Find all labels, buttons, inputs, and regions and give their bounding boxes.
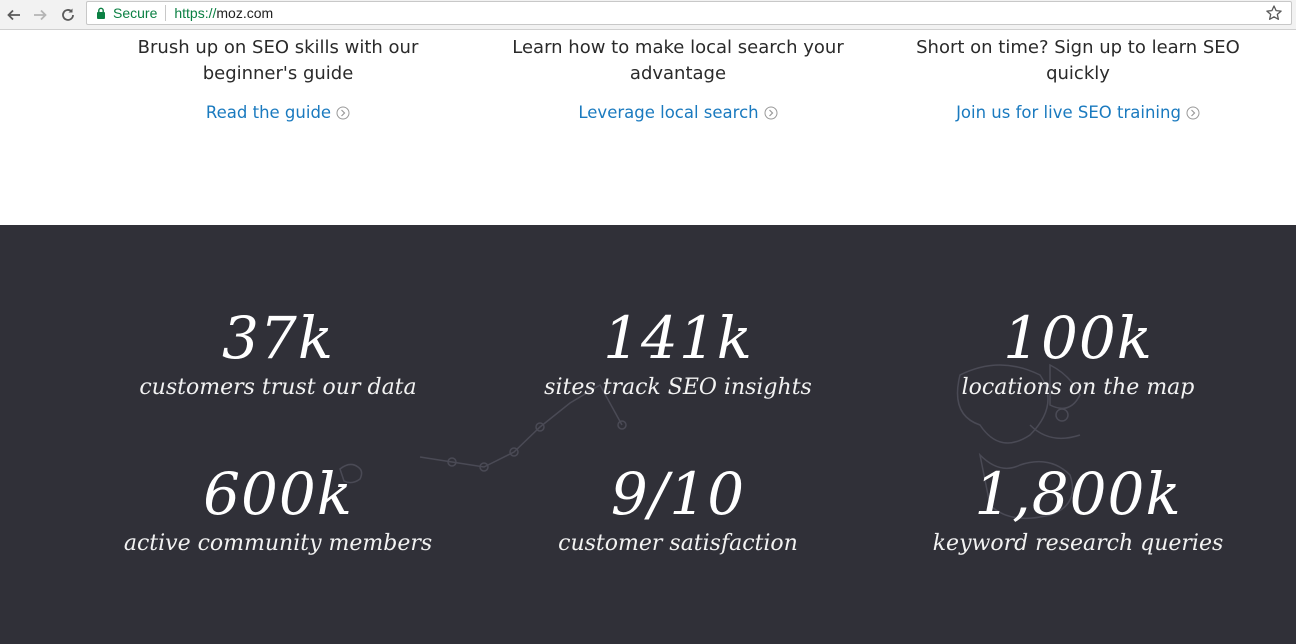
stat-label: customers trust our data xyxy=(139,375,417,400)
url-scheme: https:// xyxy=(174,5,217,21)
feature-section: Brush up on SEO skills with our beginner… xyxy=(0,31,1296,225)
stat-sites: 141k sites track SEO insights xyxy=(478,305,878,403)
circle-arrow-icon xyxy=(1186,106,1200,119)
link-label: Read the guide xyxy=(205,103,332,122)
back-button[interactable] xyxy=(2,3,26,27)
reload-button[interactable] xyxy=(56,3,80,27)
lock-icon xyxy=(96,7,106,19)
stat-label: active community members xyxy=(123,531,433,556)
leverage-local-search-link[interactable]: Leverage local search xyxy=(578,103,778,122)
stat-value: 37k xyxy=(222,304,334,372)
circle-arrow-icon xyxy=(336,106,350,119)
back-arrow-icon xyxy=(7,9,20,21)
address-bar[interactable]: Secure https:// moz.com xyxy=(86,1,1292,25)
reload-icon xyxy=(62,8,74,21)
stat-value: 9/10 xyxy=(610,460,746,528)
stat-locations: 100k locations on the map xyxy=(878,305,1278,403)
stat-label: locations on the map xyxy=(961,375,1195,400)
link-label: Leverage local search xyxy=(578,103,759,122)
address-separator xyxy=(165,5,167,21)
secure-label: Secure xyxy=(113,5,158,21)
stats-section: 37k customers trust our data 141k sites … xyxy=(0,225,1296,644)
feature-beginners-guide: Brush up on SEO skills with our beginner… xyxy=(88,35,468,123)
stat-label: sites track SEO insights xyxy=(544,375,812,400)
live-seo-training-link[interactable]: Join us for live SEO training xyxy=(956,103,1200,122)
stat-keyword-queries: 1,800k keyword research queries xyxy=(878,461,1278,559)
stat-value: 100k xyxy=(1003,304,1153,372)
stat-community: 600k active community members xyxy=(78,461,478,559)
link-label: Join us for live SEO training xyxy=(956,103,1181,122)
stat-label: keyword research queries xyxy=(932,531,1224,556)
stat-label: customer satisfaction xyxy=(558,531,798,556)
forward-button[interactable] xyxy=(28,3,52,27)
stat-customers: 37k customers trust our data xyxy=(78,305,478,403)
forward-arrow-icon xyxy=(34,9,47,21)
stat-value: 600k xyxy=(203,460,353,528)
stat-value: 141k xyxy=(603,304,753,372)
browser-toolbar: Secure https:// moz.com xyxy=(0,0,1296,30)
stat-satisfaction: 9/10 customer satisfaction xyxy=(478,461,878,559)
chalk-doodle-background xyxy=(339,363,1081,520)
feature-heading: Brush up on SEO skills with our beginner… xyxy=(137,37,419,84)
feature-heading: Learn how to make local search your adva… xyxy=(512,37,844,84)
stat-value: 1,800k xyxy=(974,460,1182,528)
circle-arrow-icon xyxy=(764,106,778,119)
feature-seo-training: Short on time? Sign up to learn SEO quic… xyxy=(888,35,1268,123)
url-host: moz.com xyxy=(216,5,274,21)
read-guide-link[interactable]: Read the guide xyxy=(206,103,350,122)
bookmark-star-icon[interactable] xyxy=(1265,4,1283,22)
feature-local-search: Learn how to make local search your adva… xyxy=(488,35,868,123)
feature-heading: Short on time? Sign up to learn SEO quic… xyxy=(916,37,1240,84)
